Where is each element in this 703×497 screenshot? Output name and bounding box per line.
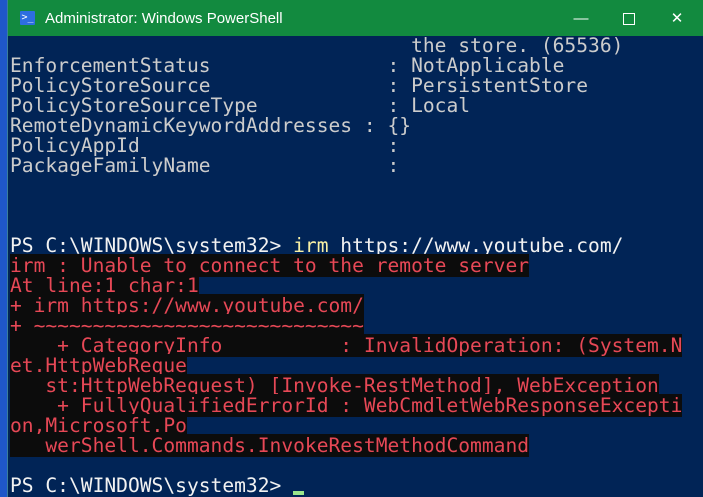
powershell-icon: >_ bbox=[20, 11, 35, 25]
output-line: the store. (65536) bbox=[10, 34, 624, 57]
text-cursor bbox=[293, 491, 305, 495]
command-line: PS C:\WINDOWS\system32> irm https://www.… bbox=[10, 236, 703, 256]
powershell-window: >_ Administrator: Windows PowerShell — ✕… bbox=[7, 0, 703, 497]
input-line[interactable]: PS C:\WINDOWS\system32> bbox=[10, 476, 703, 496]
maximize-button[interactable] bbox=[606, 4, 652, 34]
maximize-icon bbox=[623, 13, 635, 26]
output-line: PackageFamilyName : bbox=[10, 154, 400, 177]
output-line: EnforcementStatus : NotApplicable bbox=[10, 54, 565, 77]
output-line: PolicyStoreSource : PersistentStore bbox=[10, 74, 589, 97]
output-line: PolicyAppId : bbox=[10, 134, 400, 157]
close-button[interactable]: ✕ bbox=[654, 4, 700, 34]
output-line: PolicyStoreSourceType : Local bbox=[10, 94, 471, 117]
output-line: RemoteDynamicKeywordAddresses : {} bbox=[10, 114, 412, 137]
title-bar[interactable]: >_ Administrator: Windows PowerShell — ✕ bbox=[8, 0, 703, 36]
prompt: PS C:\WINDOWS\system32> bbox=[10, 474, 294, 497]
error-line: werShell.Commands.InvokeRestMethodComman… bbox=[10, 434, 530, 457]
window-title: Administrator: Windows PowerShell bbox=[45, 10, 283, 27]
terminal-output[interactable]: the store. (65536) EnforcementStatus : N… bbox=[10, 36, 703, 496]
minimize-button[interactable]: — bbox=[558, 4, 604, 34]
